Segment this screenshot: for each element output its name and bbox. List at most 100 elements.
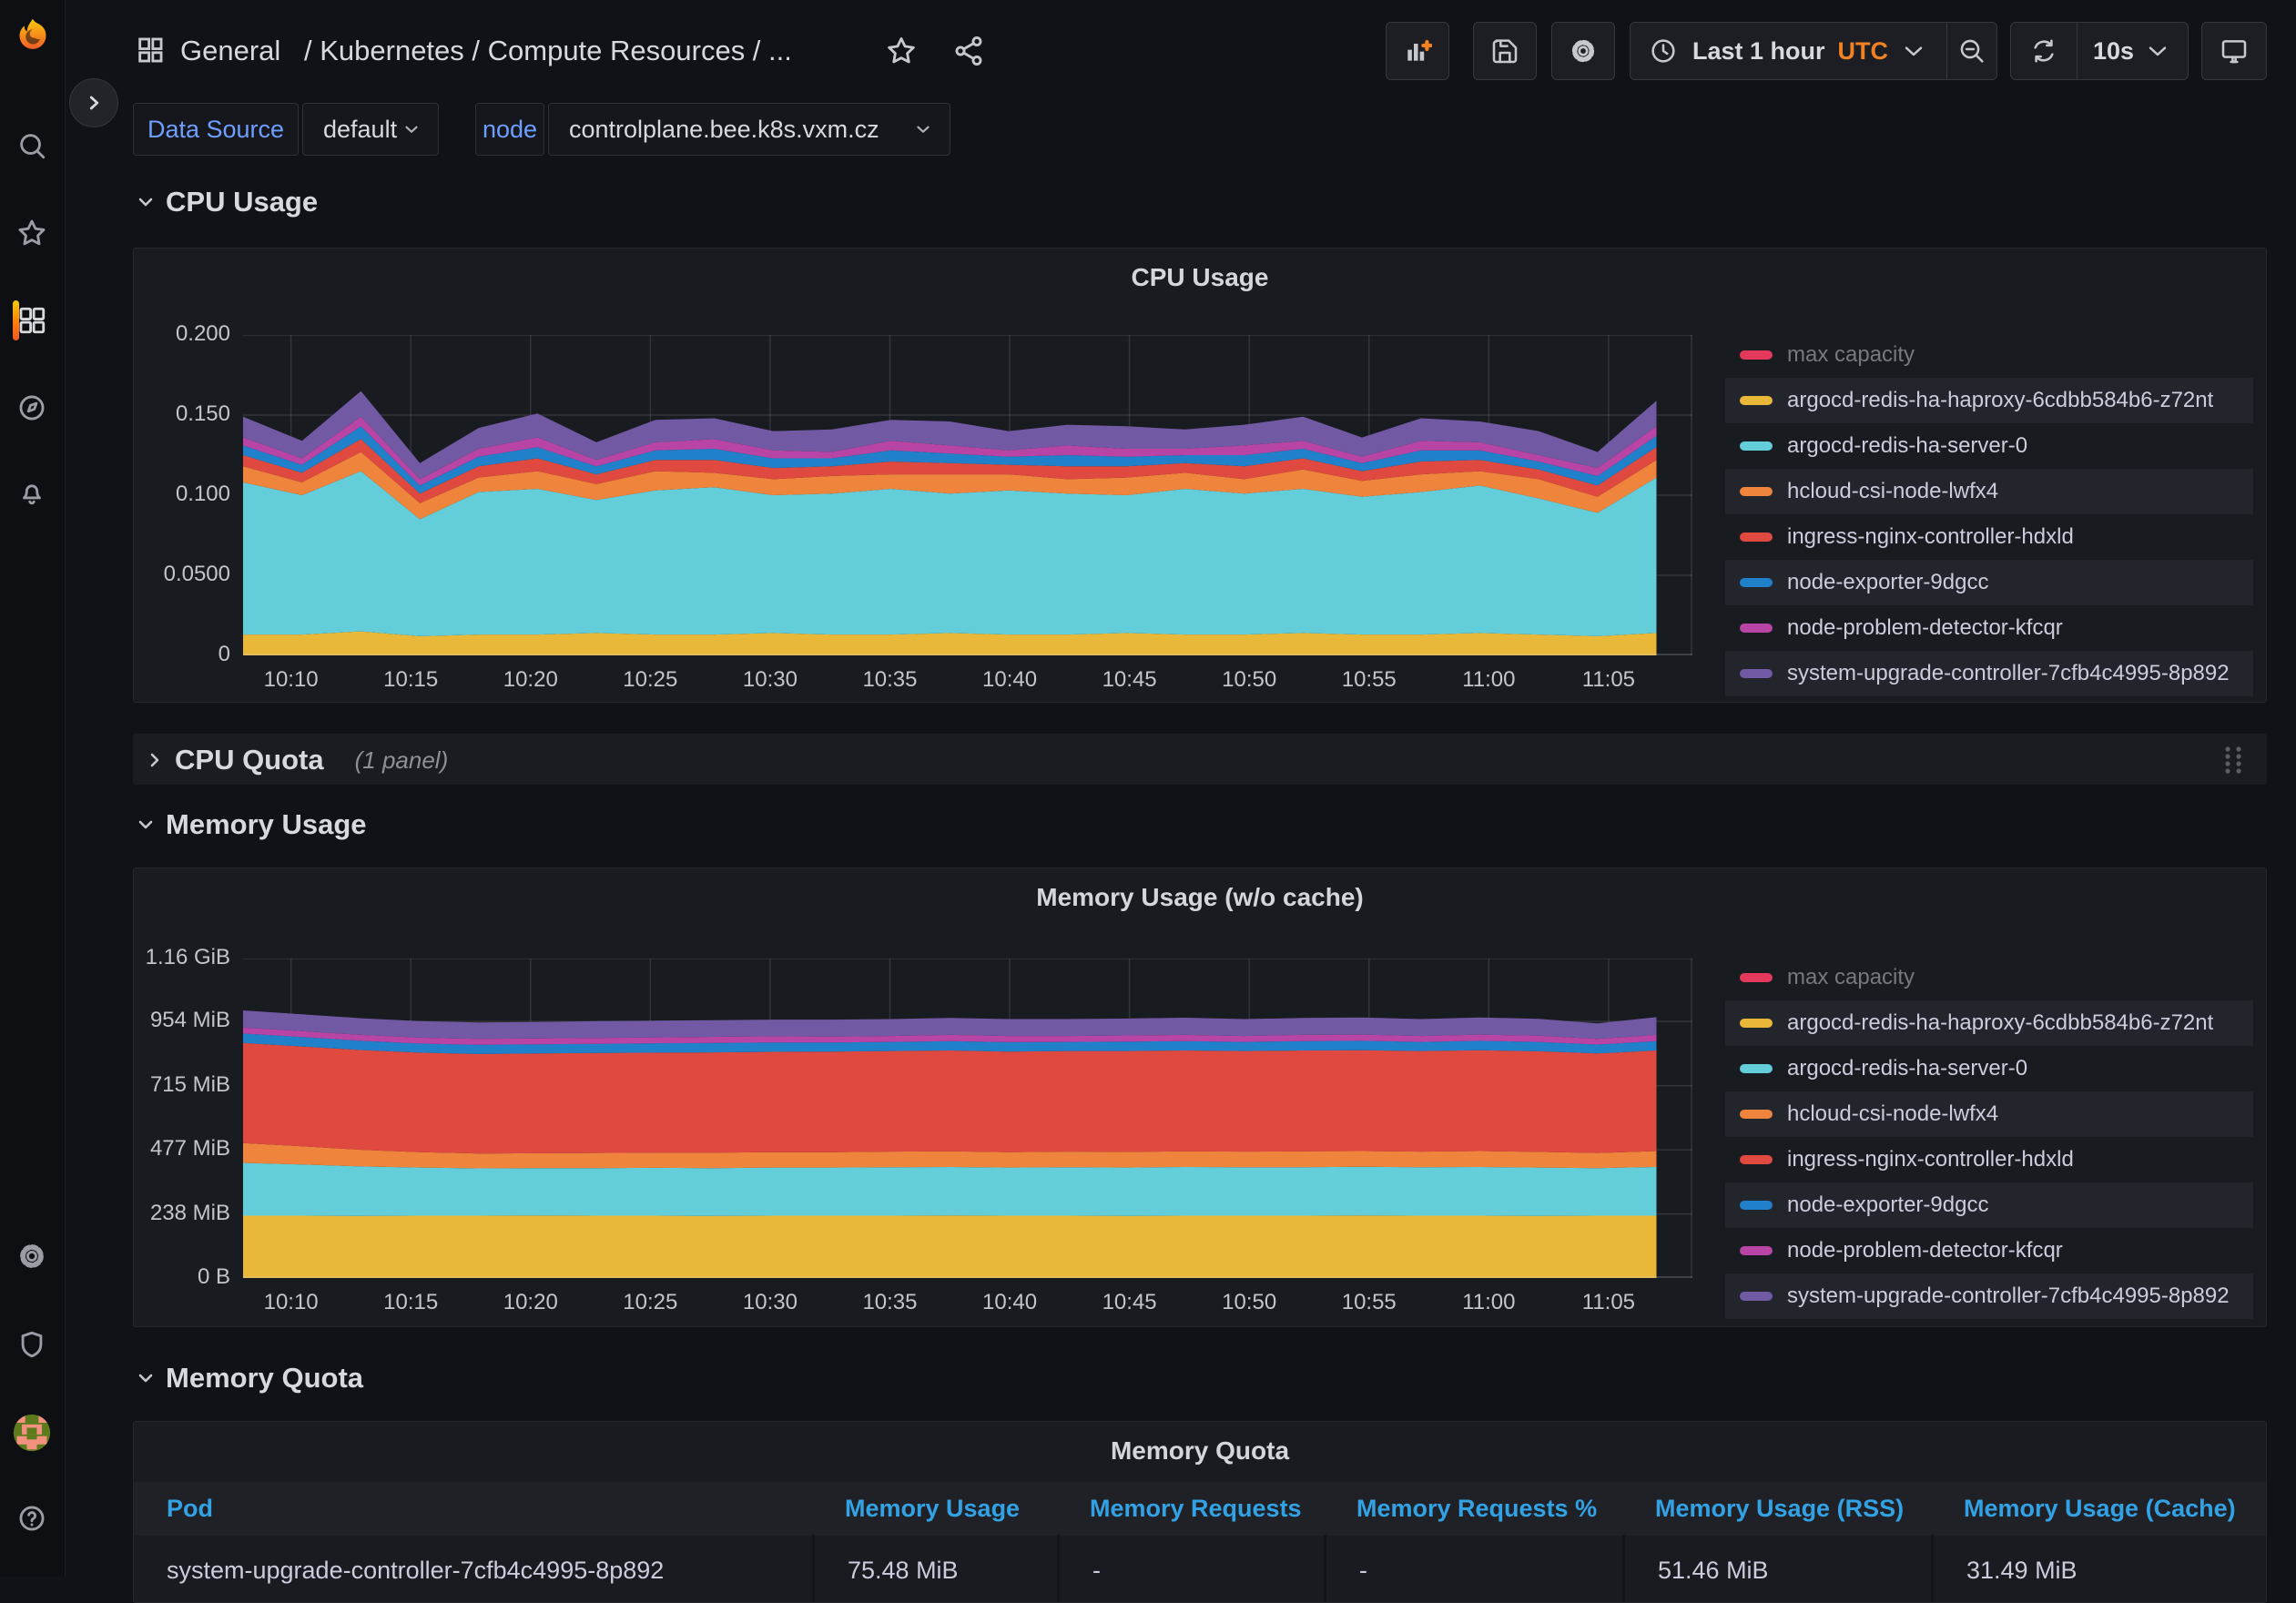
table-column-header[interactable]: Memory Requests — [1057, 1482, 1324, 1536]
section-title: Memory Quota — [166, 1362, 363, 1395]
x-axis-tick-label: 10:20 — [467, 667, 594, 693]
star-dashboard-icon[interactable] — [885, 35, 918, 67]
cpu-usage-chart[interactable] — [243, 335, 1692, 655]
legend-item[interactable]: node-exporter-9dgcc — [1725, 1182, 2253, 1228]
legend-item[interactable]: argocd-redis-ha-server-0 — [1725, 1046, 2253, 1091]
table-column-header[interactable]: Memory Usage (Cache) — [1931, 1482, 2267, 1536]
table-column-header[interactable]: Memory Requests % — [1324, 1482, 1622, 1536]
x-axis-tick-label: 10:55 — [1305, 1290, 1433, 1315]
series-argocd-redis-ha-server-0 — [243, 1163, 1657, 1216]
table-cell: - — [1324, 1535, 1622, 1603]
alerting-bell-icon[interactable] — [16, 478, 47, 509]
chevron-right-icon — [144, 749, 166, 771]
legend-item[interactable]: node-problem-detector-kfcqr — [1725, 1228, 2253, 1273]
legend-swatch — [1740, 1246, 1773, 1255]
table-column-header[interactable]: Pod — [134, 1482, 812, 1536]
table-cell: system-upgrade-controller-7cfb4c4995-8p8… — [134, 1535, 812, 1603]
legend-label: ingress-nginx-controller-hdxld — [1787, 1147, 2074, 1172]
variable-select-node[interactable]: controlplane.bee.k8s.vxm.cz — [548, 103, 950, 156]
add-panel-button[interactable] — [1386, 22, 1449, 80]
legend-item[interactable]: argocd-redis-ha-server-0 — [1725, 423, 2253, 469]
save-dashboard-button[interactable] — [1473, 22, 1537, 80]
help-icon[interactable] — [16, 1503, 47, 1534]
kiosk-mode-button[interactable] — [2201, 22, 2267, 80]
chevron-down-icon — [1899, 36, 1928, 66]
user-avatar[interactable] — [12, 1413, 52, 1453]
section-header-memory-quota[interactable]: Memory Quota — [135, 1362, 363, 1395]
table-column-header[interactable]: Memory Usage (RSS) — [1622, 1482, 1931, 1536]
x-axis-tick-label: 10:45 — [1066, 1290, 1194, 1315]
x-axis-tick-label: 10:40 — [946, 667, 1073, 693]
table-cell: - — [1057, 1535, 1324, 1603]
legend-item[interactable]: ingress-nginx-controller-hdxld — [1725, 1137, 2253, 1182]
table-body: system-upgrade-controller-7cfb4c4995-8p8… — [134, 1535, 2266, 1603]
legend-swatch — [1740, 487, 1773, 496]
legend-item[interactable]: hcloud-csi-node-lwfx4 — [1725, 1091, 2253, 1137]
x-axis-tick-label: 11:00 — [1425, 1290, 1552, 1315]
settings-gear-icon[interactable] — [16, 1241, 47, 1272]
grafana-logo[interactable] — [14, 16, 52, 55]
legend-item[interactable]: max capacity — [1725, 332, 2253, 378]
legend-label: hcloud-csi-node-lwfx4 — [1787, 479, 1998, 504]
legend-item[interactable]: node-problem-detector-kfcqr — [1725, 605, 2253, 651]
variable-select-datasource[interactable]: default — [302, 103, 439, 156]
y-axis-tick-label: 954 MiB — [94, 1008, 230, 1033]
refresh-button[interactable] — [2011, 23, 2077, 79]
legend-item[interactable]: argocd-redis-ha-haproxy-6cdbb584b6-z72nt — [1725, 1000, 2253, 1046]
legend-swatch — [1740, 1110, 1773, 1119]
legend-swatch — [1740, 441, 1773, 451]
legend-item[interactable]: max capacity — [1725, 955, 2253, 1000]
table-column-header[interactable]: Memory Usage — [812, 1482, 1057, 1536]
section-header-memory-usage[interactable]: Memory Usage — [135, 808, 367, 841]
legend-swatch — [1740, 533, 1773, 542]
breadcrumb-root[interactable]: General — [180, 35, 280, 67]
panel-title[interactable]: Memory Usage (w/o cache) — [134, 883, 2266, 912]
zoom-out-time-button[interactable] — [1947, 23, 1996, 79]
x-axis-tick-label: 10:35 — [826, 1290, 953, 1315]
clock-icon — [1649, 36, 1678, 66]
legend-label: node-problem-detector-kfcqr — [1787, 1238, 2063, 1263]
legend-item[interactable]: system-upgrade-controller-7cfb4c4995-8p8… — [1725, 1273, 2253, 1319]
legend-label: max capacity — [1787, 965, 1915, 990]
legend-swatch — [1740, 1064, 1773, 1073]
legend-label: hcloud-csi-node-lwfx4 — [1787, 1101, 1998, 1127]
explore-compass-icon[interactable] — [16, 392, 47, 423]
chevron-down-icon — [401, 119, 422, 139]
legend-item[interactable]: system-upgrade-controller-7cfb4c4995-8p8… — [1725, 651, 2253, 696]
sidebar-expand-toggle[interactable] — [69, 78, 118, 127]
legend-item[interactable]: node-exporter-9dgcc — [1725, 560, 2253, 605]
dashboard-settings-button[interactable] — [1551, 22, 1615, 80]
starred-nav-icon[interactable] — [16, 218, 47, 249]
x-axis-tick-label: 10:20 — [467, 1290, 594, 1315]
legend-item[interactable]: ingress-nginx-controller-hdxld — [1725, 514, 2253, 560]
x-axis-tick-label: 10:45 — [1066, 667, 1194, 693]
legend-swatch — [1740, 669, 1773, 678]
drag-handle[interactable] — [2220, 744, 2247, 776]
dashboards-nav-icon[interactable] — [16, 305, 47, 336]
panel-title[interactable]: Memory Quota — [134, 1436, 2266, 1466]
share-icon[interactable] — [952, 35, 985, 67]
table-cell: 51.46 MiB — [1622, 1535, 1931, 1603]
refresh-interval-select[interactable]: 10s — [2078, 23, 2188, 79]
memory-usage-chart[interactable] — [243, 959, 1692, 1278]
time-range-label: Last 1 hour — [1692, 37, 1825, 66]
legend-swatch — [1740, 1292, 1773, 1301]
cpu-legend: max capacityargocd-redis-ha-haproxy-6cdb… — [1725, 332, 2253, 696]
legend-label: node-exporter-9dgcc — [1787, 1192, 1988, 1218]
section-row-cpu-quota[interactable]: CPU Quota (1 panel) — [133, 734, 2267, 785]
y-axis-tick-label: 0.150 — [94, 401, 230, 427]
section-header-cpu-usage[interactable]: CPU Usage — [135, 186, 318, 218]
variable-label-datasource: Data Source — [133, 103, 299, 156]
legend-swatch — [1740, 1019, 1773, 1028]
time-range-picker[interactable]: Last 1 hour UTC — [1631, 23, 1946, 79]
table-row: system-upgrade-controller-7cfb4c4995-8p8… — [134, 1535, 2266, 1603]
memory-quota-panel: Memory Quota PodMemory UsageMemory Reque… — [133, 1421, 2267, 1603]
legend-item[interactable]: hcloud-csi-node-lwfx4 — [1725, 469, 2253, 514]
legend-swatch — [1740, 973, 1773, 982]
search-icon[interactable] — [16, 130, 47, 161]
admin-shield-icon[interactable] — [16, 1329, 47, 1360]
legend-label: system-upgrade-controller-7cfb4c4995-8p8… — [1787, 1283, 2230, 1309]
panel-title[interactable]: CPU Usage — [134, 263, 2266, 292]
zoom-out-icon — [1957, 36, 1986, 66]
legend-item[interactable]: argocd-redis-ha-haproxy-6cdbb584b6-z72nt — [1725, 378, 2253, 423]
